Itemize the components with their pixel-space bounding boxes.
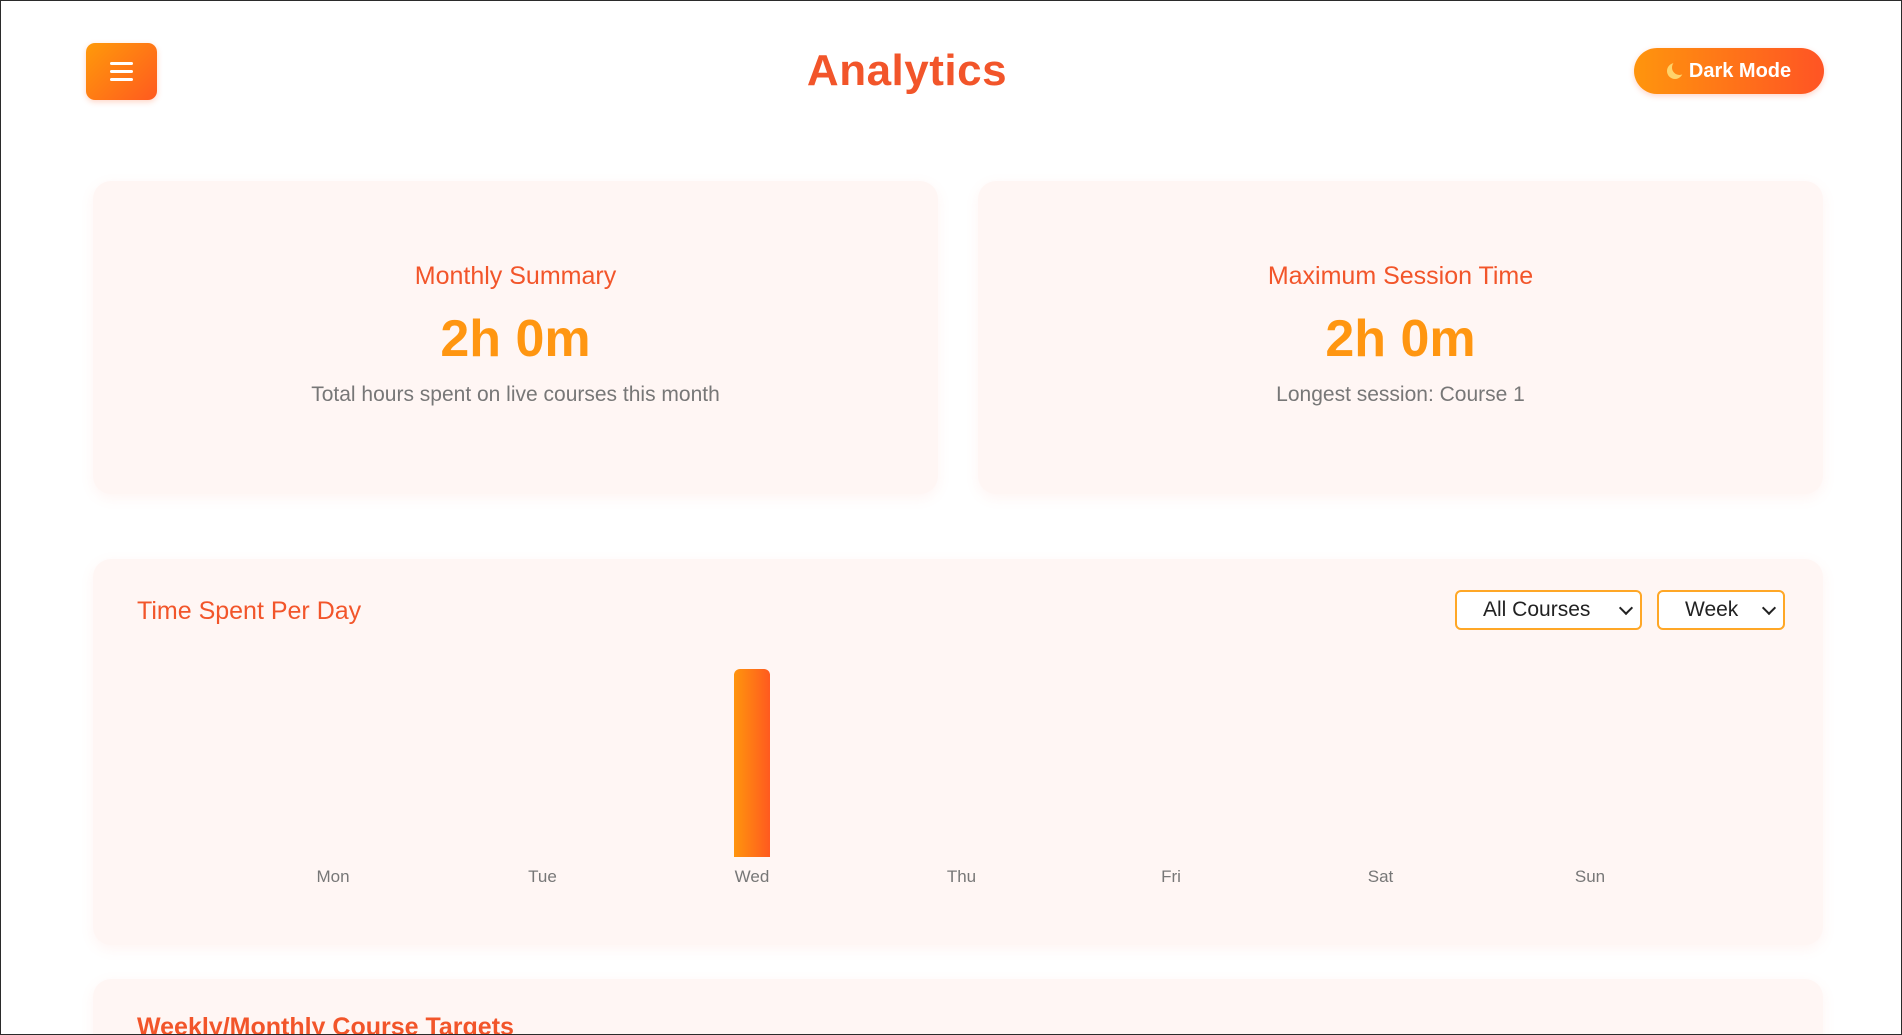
x-tick-label: Fri (1161, 867, 1181, 886)
page-title: Analytics (806, 46, 1008, 95)
monthly-summary-description: Total hours spent on live courses this m… (311, 383, 720, 406)
x-tick-label: Tue (528, 867, 557, 886)
moon-icon (1666, 60, 1687, 79)
dark-mode-label: Dark Mode (1688, 59, 1792, 82)
x-tick-label: Thu (947, 867, 976, 886)
monthly-summary-value: 2h 0m (440, 310, 591, 368)
x-tick-label: Mon (316, 867, 349, 886)
max-session-label: Maximum Session Time (1267, 262, 1534, 290)
bar-base-wed (734, 849, 770, 857)
monthly-summary-card: Monthly Summary 2h 0m Total hours spent … (93, 181, 938, 494)
max-session-description: Longest session: Course 1 (1276, 383, 1525, 406)
max-session-card: Maximum Session Time 2h 0m Longest sessi… (978, 181, 1823, 494)
x-tick-label: Sat (1368, 867, 1394, 886)
dark-mode-button[interactable]: Dark Mode (1634, 48, 1824, 94)
monthly-summary-label: Monthly Summary (414, 262, 617, 290)
app-window: Analytics Dark Mode Monthly Summary 2h 0… (0, 0, 1902, 1035)
time-per-day-card: Time Spent Per Day All Courses Week Mon T… (93, 559, 1823, 945)
max-session-value: 2h 0m (1325, 310, 1476, 368)
bar-wed[interactable] (734, 669, 770, 857)
x-tick-label: Sun (1575, 867, 1605, 886)
course-targets-title: Weekly/Monthly Course Targets (137, 1013, 514, 1035)
course-targets-card: Weekly/Monthly Course Targets (93, 979, 1823, 1035)
time-per-day-chart: Mon Tue Wed Thu Fri Sat Sun (316, 669, 1605, 886)
x-tick-label: Wed (735, 867, 770, 886)
